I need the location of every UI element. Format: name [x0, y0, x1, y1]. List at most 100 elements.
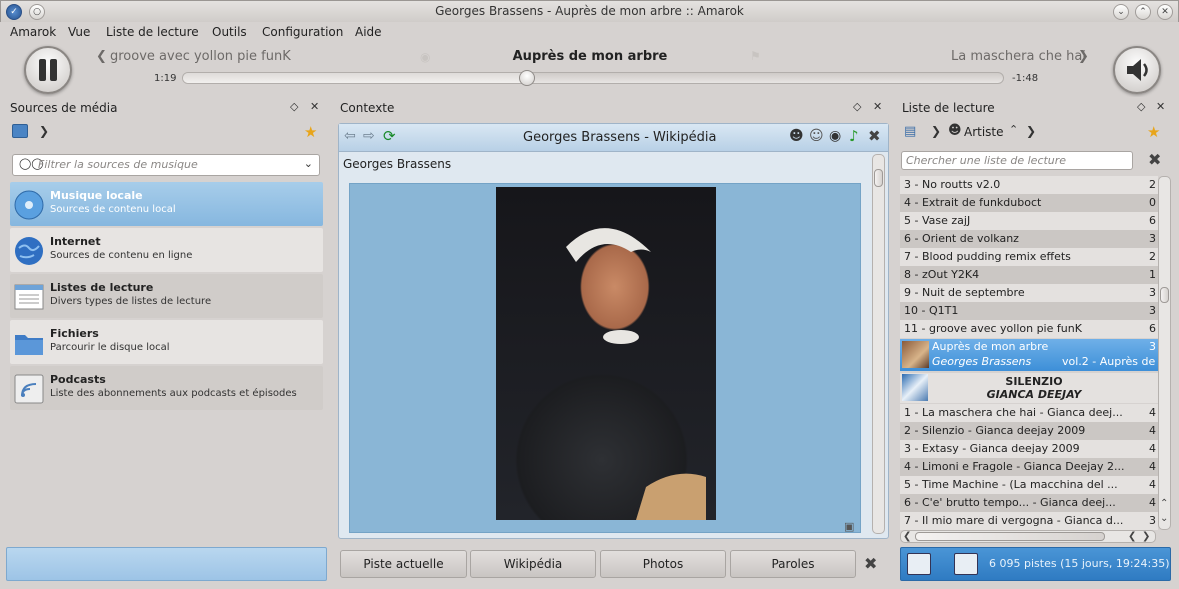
favorites-star-icon[interactable]: ★	[1147, 123, 1160, 141]
row-label: 8 - zOut Y2K4	[904, 268, 980, 281]
playlist-vertical-scrollbar[interactable]	[1158, 176, 1171, 530]
playlist-row[interactable]: 7 - Blood pudding remix effets 2	[900, 248, 1158, 266]
menu-amarok[interactable]: Amarok	[10, 25, 56, 39]
context-scrollbar-handle[interactable]	[874, 169, 883, 187]
sources-home-icon[interactable]	[12, 124, 28, 138]
menu-liste-de-lecture[interactable]: Liste de lecture	[106, 25, 199, 39]
playlist-row[interactable]: 4 - Limoni e Fragole - Gianca Deejay 2..…	[900, 458, 1158, 476]
close-panel-icon[interactable]: ✕	[1156, 100, 1165, 113]
playlist-row[interactable]: 6 - C'e' brutto tempo... - Gianca deej..…	[900, 494, 1158, 512]
playlist-mode-icon[interactable]	[907, 553, 931, 575]
album-icon[interactable]: ◉	[829, 128, 841, 144]
next-track-chevron-icon[interactable]: ❯	[1078, 49, 1089, 64]
forward-arrow-icon[interactable]: ⇨	[363, 128, 375, 144]
playlist-layout-icon[interactable]: ▤	[904, 124, 916, 139]
menu-aide[interactable]: Aide	[355, 25, 382, 39]
row-count: 4	[1149, 442, 1156, 455]
close-panel-icon[interactable]: ✕	[873, 100, 882, 113]
prev-track-label[interactable]: groove avec yollon pie funK	[110, 49, 291, 64]
playlist-row[interactable]: 5 - Time Machine - (La macchina del ... 4	[900, 476, 1158, 494]
playlist-row[interactable]: 6 - Orient de volkanz 3	[900, 230, 1158, 248]
maximize-button[interactable]: ⌃	[1135, 4, 1151, 20]
expand-image-icon[interactable]: ▣	[844, 520, 854, 533]
pause-button[interactable]	[24, 46, 72, 94]
source-item-internet[interactable]: Internet Sources de contenu en ligne	[10, 228, 323, 272]
menu-outils[interactable]: Outils	[212, 25, 247, 39]
playlist-row[interactable]: 7 - Il mio mare di vergogna - Gianca d..…	[900, 512, 1158, 530]
playlist-row[interactable]: 8 - zOut Y2K4 1	[900, 266, 1158, 284]
playlist-horizontal-scrollbar[interactable]	[900, 530, 1156, 543]
playlist-row[interactable]: 4 - Extrait de funkduboct 0	[900, 194, 1158, 212]
playlist-row[interactable]: 1 - La maschera che hai - Gianca deej...…	[900, 404, 1158, 422]
sort-ascending-icon[interactable]: ⌃	[1009, 123, 1018, 136]
artist-photo	[496, 187, 716, 520]
volume-button[interactable]	[1113, 46, 1161, 94]
playlist-row[interactable]: 2 - Silenzio - Gianca deejay 2009 4	[900, 422, 1158, 440]
current-row-count: 3	[1149, 340, 1156, 353]
row-count: 0	[1149, 196, 1156, 209]
playlist-row[interactable]: 10 - Q1T1 3	[900, 302, 1158, 320]
composer-icon[interactable]: ☺	[809, 128, 824, 144]
sort-level-label[interactable]: Artiste	[964, 125, 1004, 139]
album-cover	[902, 374, 928, 401]
row-label: 5 - Time Machine - (La macchina del ...	[904, 478, 1118, 491]
back-arrow-icon[interactable]: ⇦	[344, 128, 356, 144]
context-settings-tools-icon[interactable]: ✖	[864, 554, 877, 573]
tab-lyrics[interactable]: Paroles	[730, 550, 856, 578]
reload-icon[interactable]: ⟳	[383, 127, 396, 145]
breadcrumb-chevron-icon[interactable]: ❯	[931, 124, 941, 138]
close-panel-icon[interactable]: ✕	[310, 100, 319, 113]
close-button[interactable]: ✕	[1157, 4, 1173, 20]
float-panel-icon[interactable]: ◇	[853, 100, 861, 113]
row-label: 4 - Limoni e Fragole - Gianca Deejay 2..…	[904, 460, 1125, 473]
source-item-playlists[interactable]: Listes de lecture Divers types de listes…	[10, 274, 323, 318]
scroll-down-icon[interactable]: ⌄	[1160, 513, 1168, 524]
playlist-row[interactable]: 3 - No routts v2.0 2	[900, 176, 1158, 194]
breadcrumb-chevron-icon[interactable]: ❯	[39, 124, 49, 138]
playlist-row[interactable]: 5 - Vase zajJ 6	[900, 212, 1158, 230]
tab-current-track[interactable]: Piste actuelle	[340, 550, 467, 578]
track-note-icon[interactable]: ♪	[849, 127, 859, 145]
row-label: 4 - Extrait de funkduboct	[904, 196, 1042, 209]
context-scrollbar[interactable]	[872, 154, 885, 534]
playlist-current-row[interactable]: Auprès de mon arbre 3 Georges Brassens v…	[900, 339, 1158, 371]
source-item-local-music[interactable]: Musique locale Sources de contenu local	[10, 182, 323, 226]
playlist-row[interactable]: 9 - Nuit de septembre 3	[900, 284, 1158, 302]
row-label: 3 - No routts v2.0	[904, 178, 1001, 191]
search-tools-icon[interactable]: ✖	[1148, 150, 1161, 169]
love-icon[interactable]: ◉	[420, 50, 430, 64]
source-item-files[interactable]: Fichiers Parcourir le disque local	[10, 320, 323, 364]
playlist-hscroll-handle[interactable]	[915, 532, 1105, 541]
menu-vue[interactable]: Vue	[68, 25, 90, 39]
scroll-left-icon[interactable]: ❮	[903, 531, 911, 542]
source-item-podcasts[interactable]: Podcasts Liste des abonnements aux podca…	[10, 366, 323, 410]
progress-handle[interactable]	[519, 70, 535, 86]
artist-icon[interactable]: ☻	[789, 128, 804, 144]
album-group-header[interactable]: SILENZIO GIANCA DEEJAY	[900, 373, 1158, 403]
bookmark-flag-icon[interactable]: ⚑	[750, 49, 761, 63]
favorites-star-icon[interactable]: ★	[304, 123, 317, 141]
next-track-label[interactable]: La maschera che hai	[951, 49, 1086, 64]
float-panel-icon[interactable]: ◇	[1137, 100, 1145, 113]
playlist-scrollbar-handle[interactable]	[1160, 287, 1169, 303]
minimize-button[interactable]: ⌄	[1113, 4, 1129, 20]
playlist-layout-icon[interactable]	[954, 553, 978, 575]
settings-tools-icon[interactable]: ✖	[868, 127, 881, 145]
tab-photos[interactable]: Photos	[600, 550, 726, 578]
chevron-down-icon[interactable]: ⌄	[304, 157, 313, 170]
sources-filter-placeholder: Filtrer la sources de musique	[38, 158, 198, 171]
prev-track-chevron-icon[interactable]: ❮	[96, 49, 107, 64]
scroll-right-icon[interactable]: ❯	[1142, 531, 1150, 542]
row-label: 6 - C'e' brutto tempo... - Gianca deej..…	[904, 496, 1116, 509]
playlist-row[interactable]: 3 - Extasy - Gianca deejay 2009 4	[900, 440, 1158, 458]
tab-wikipedia[interactable]: Wikipédia	[470, 550, 596, 578]
progress-slider[interactable]	[182, 70, 1004, 86]
scroll-left-small-icon[interactable]: ❮	[1128, 531, 1136, 542]
float-panel-icon[interactable]: ◇	[290, 100, 298, 113]
playlist-search-input[interactable]: Chercher une liste de lecture	[901, 151, 1133, 170]
playlist-row[interactable]: 11 - groove avec yollon pie funK 6	[900, 320, 1158, 338]
menu-configuration[interactable]: Configuration	[262, 25, 343, 39]
scroll-up-icon[interactable]: ⌃	[1160, 498, 1168, 509]
sources-filter-combobox[interactable]: ◯◯ Filtrer la sources de musique ⌄	[12, 154, 320, 176]
breadcrumb-chevron-icon[interactable]: ❯	[1026, 124, 1036, 138]
